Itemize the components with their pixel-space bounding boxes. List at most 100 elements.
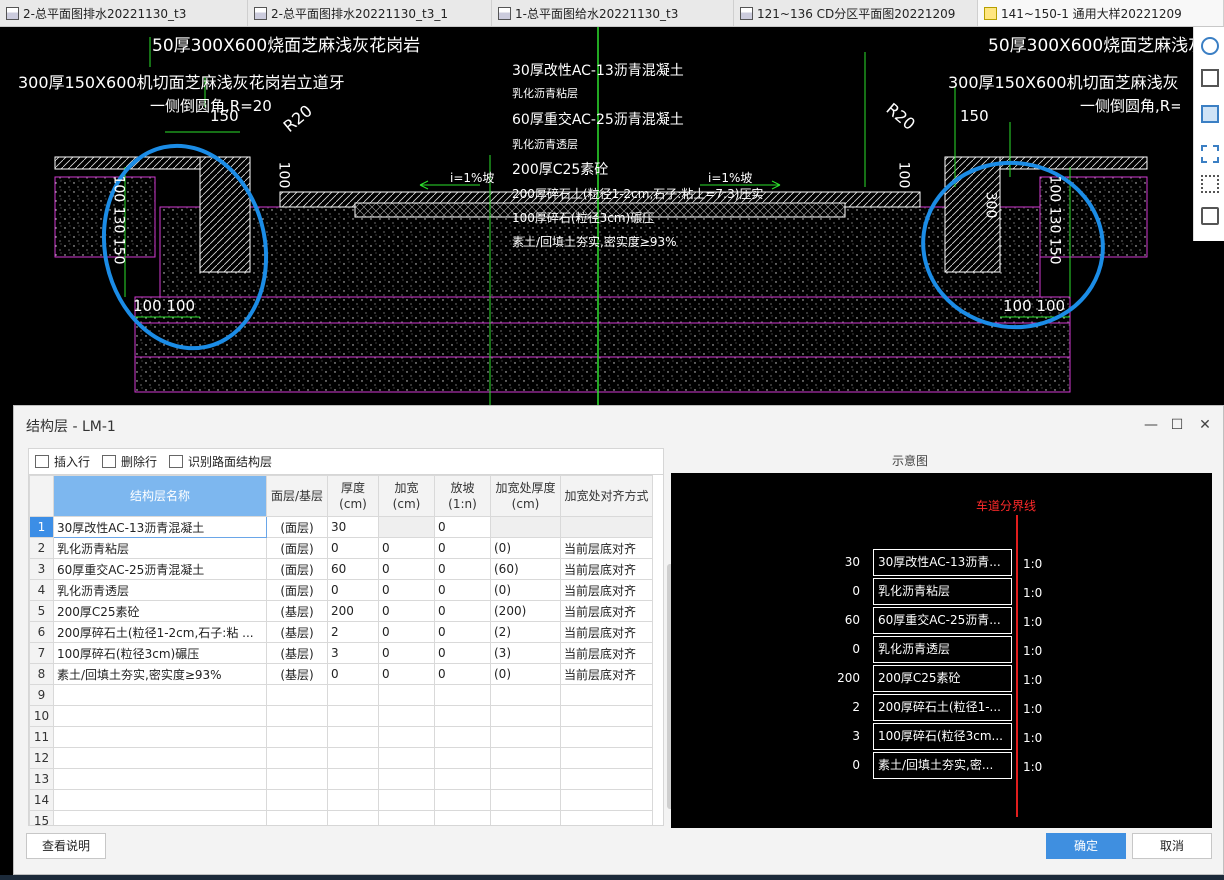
empty-cell[interactable]: [490, 684, 561, 706]
slope-cell[interactable]: 0: [434, 516, 491, 538]
col-header-align[interactable]: 加宽处对齐方式: [560, 475, 653, 517]
orbit-icon[interactable]: [1201, 37, 1219, 55]
layer-type-cell[interactable]: (基层): [266, 621, 328, 643]
empty-cell[interactable]: [490, 747, 561, 769]
row-number[interactable]: 4: [29, 579, 54, 601]
recognize-structure-button[interactable]: 识别路面结构层: [169, 453, 272, 470]
empty-cell[interactable]: [490, 768, 561, 790]
table-row[interactable]: 1 30厚改性AC-13沥青混凝土 (面层) 30 0: [29, 516, 653, 538]
thickness-cell[interactable]: 60: [327, 558, 379, 580]
close-button[interactable]: ✕: [1194, 414, 1216, 436]
tab-drainage-1[interactable]: 2-总平面图排水20221130_t3: [0, 0, 248, 26]
layer-type-cell[interactable]: (面层): [266, 558, 328, 580]
empty-cell[interactable]: [266, 789, 328, 811]
row-number[interactable]: 11: [29, 726, 54, 748]
widen-thickness-cell[interactable]: (60): [490, 558, 561, 580]
thickness-cell[interactable]: 200: [327, 600, 379, 622]
structure-layer-table[interactable]: 结构层名称 面层/基层 厚度 (cm) 加宽 (cm) 放坡 (1:n) 加宽处…: [28, 474, 664, 826]
col-header-slope[interactable]: 放坡 (1:n): [434, 475, 491, 517]
layer-name-cell[interactable]: 200厚碎石土(粒径1-2cm,石子:粘 ...: [53, 621, 267, 643]
layer-name-cell[interactable]: 乳化沥青透层: [53, 579, 267, 601]
row-number[interactable]: 13: [29, 768, 54, 790]
empty-cell[interactable]: [434, 684, 491, 706]
col-header-thickness[interactable]: 厚度 (cm): [327, 475, 379, 517]
empty-cell[interactable]: [560, 684, 653, 706]
table-row[interactable]: 12: [29, 747, 653, 769]
row-number[interactable]: 5: [29, 600, 54, 622]
empty-cell[interactable]: [378, 789, 435, 811]
empty-cell[interactable]: [53, 705, 267, 727]
widen-thickness-cell[interactable]: (2): [490, 621, 561, 643]
widen-cell[interactable]: 0: [378, 642, 435, 664]
tab-drainage-2[interactable]: 2-总平面图排水20221130_t3_1: [248, 0, 492, 26]
empty-cell[interactable]: [327, 684, 379, 706]
align-cell[interactable]: 当前层底对齐: [560, 663, 653, 685]
slope-cell[interactable]: 0: [434, 600, 491, 622]
widen-thickness-cell[interactable]: (0): [490, 663, 561, 685]
align-cell[interactable]: 当前层底对齐: [560, 621, 653, 643]
tab-water-supply[interactable]: 1-总平面图给水20221130_t3: [492, 0, 734, 26]
row-number[interactable]: 10: [29, 705, 54, 727]
empty-cell[interactable]: [560, 705, 653, 727]
empty-cell[interactable]: [378, 810, 435, 825]
empty-cell[interactable]: [327, 705, 379, 727]
empty-cell[interactable]: [266, 705, 328, 727]
row-number[interactable]: 14: [29, 789, 54, 811]
slope-cell[interactable]: 0: [434, 558, 491, 580]
empty-cell[interactable]: [266, 768, 328, 790]
empty-cell[interactable]: [327, 810, 379, 825]
widen-thickness-cell[interactable]: [490, 516, 561, 538]
table-row[interactable]: 7 100厚碎石(粒径3cm)碾压 (基层) 3 0 0 (3) 当前层底对齐: [29, 642, 653, 664]
thickness-cell[interactable]: 0: [327, 537, 379, 559]
empty-cell[interactable]: [53, 810, 267, 825]
thickness-cell[interactable]: 3: [327, 642, 379, 664]
empty-cell[interactable]: [378, 684, 435, 706]
table-row[interactable]: 4 乳化沥青透层 (面层) 0 0 0 (0) 当前层底对齐: [29, 579, 653, 601]
align-cell[interactable]: 当前层底对齐: [560, 600, 653, 622]
widen-cell[interactable]: 0: [378, 600, 435, 622]
empty-cell[interactable]: [53, 726, 267, 748]
empty-cell[interactable]: [53, 684, 267, 706]
layer-name-cell[interactable]: 60厚重交AC-25沥青混凝土: [53, 558, 267, 580]
empty-cell[interactable]: [560, 789, 653, 811]
slope-cell[interactable]: 0: [434, 537, 491, 559]
empty-cell[interactable]: [434, 768, 491, 790]
empty-cell[interactable]: [378, 768, 435, 790]
table-row[interactable]: 6 200厚碎石土(粒径1-2cm,石子:粘 ... (基层) 2 0 0 (2) 当前层底对…: [29, 621, 653, 643]
col-header-widen[interactable]: 加宽 (cm): [378, 475, 435, 517]
shaded-view-icon[interactable]: [1201, 105, 1219, 123]
widen-cell[interactable]: 0: [378, 663, 435, 685]
slope-cell[interactable]: 0: [434, 663, 491, 685]
view-cube-icon[interactable]: [1201, 69, 1219, 87]
widen-thickness-cell[interactable]: (0): [490, 579, 561, 601]
empty-cell[interactable]: [560, 726, 653, 748]
widen-cell[interactable]: 0: [378, 537, 435, 559]
empty-cell[interactable]: [490, 726, 561, 748]
empty-cell[interactable]: [327, 789, 379, 811]
layer-type-cell[interactable]: (基层): [266, 663, 328, 685]
thickness-cell[interactable]: 0: [327, 579, 379, 601]
tab-general-details[interactable]: 141~150-1 通用大样20221209: [978, 0, 1224, 26]
empty-cell[interactable]: [378, 726, 435, 748]
col-header-widen-thickness[interactable]: 加宽处厚度 (cm): [490, 475, 561, 517]
layer-name-cell[interactable]: 素土/回填土夯实,密实度≥93%: [53, 663, 267, 685]
row-number[interactable]: 8: [29, 663, 54, 685]
slope-cell[interactable]: 0: [434, 642, 491, 664]
empty-cell[interactable]: [53, 768, 267, 790]
empty-cell[interactable]: [327, 726, 379, 748]
empty-cell[interactable]: [266, 684, 328, 706]
table-row[interactable]: 15: [29, 810, 653, 825]
minimize-button[interactable]: —: [1140, 414, 1162, 436]
layer-type-cell[interactable]: (基层): [266, 600, 328, 622]
empty-cell[interactable]: [266, 726, 328, 748]
thickness-cell[interactable]: 2: [327, 621, 379, 643]
align-cell[interactable]: 当前层底对齐: [560, 537, 653, 559]
row-number[interactable]: 1: [29, 516, 54, 538]
empty-cell[interactable]: [378, 747, 435, 769]
row-number[interactable]: 7: [29, 642, 54, 664]
empty-cell[interactable]: [434, 747, 491, 769]
empty-cell[interactable]: [490, 810, 561, 825]
insert-row-button[interactable]: 插入行: [35, 453, 90, 470]
layer-type-cell[interactable]: (面层): [266, 516, 328, 538]
empty-cell[interactable]: [434, 789, 491, 811]
